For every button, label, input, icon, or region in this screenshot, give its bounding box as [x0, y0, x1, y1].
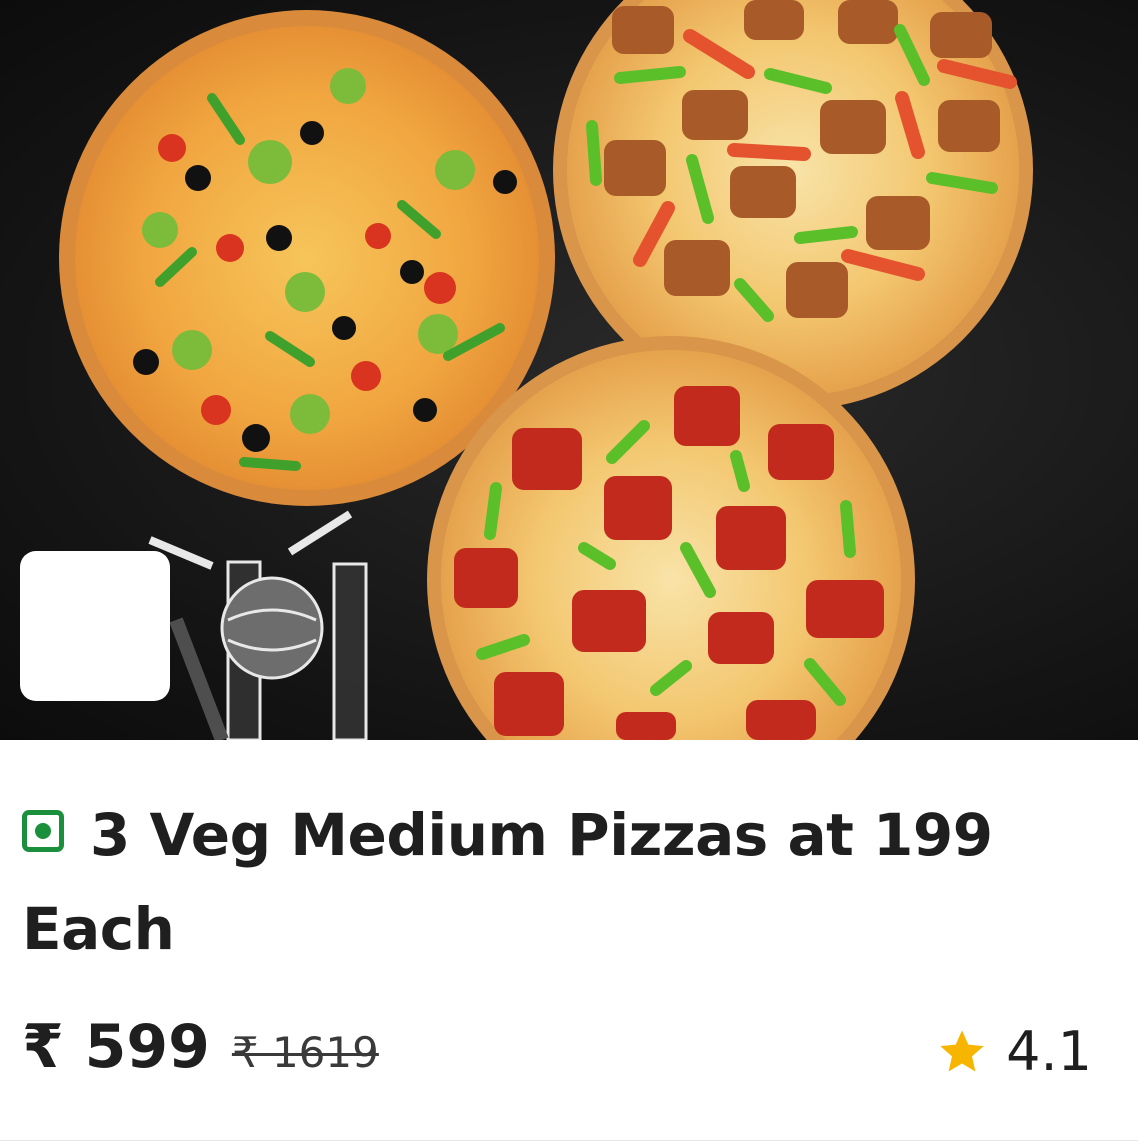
cricket-sketch — [148, 510, 368, 740]
image-overlay-badge[interactable] — [20, 551, 170, 701]
rating: 4.1 — [936, 1020, 1092, 1083]
star-icon — [940, 1029, 984, 1071]
pizza-illustration — [59, 0, 1033, 740]
product-card[interactable]: 3 Veg Medium Pizzas at 199 Each ₹ 599 ₹ … — [0, 0, 1138, 1141]
price-row: ₹ 599 ₹ 1619 — [22, 1012, 379, 1092]
original-price: ₹ 1619 — [231, 1028, 379, 1077]
product-title-row[interactable]: 3 Veg Medium Pizzas at 199 Each — [22, 788, 1042, 976]
rating-value: 4.1 — [1006, 1020, 1092, 1083]
discounted-price: ₹ 599 — [22, 1012, 210, 1082]
veg-icon — [22, 809, 64, 852]
product-title: 3 Veg Medium Pizzas at 199 Each — [22, 801, 993, 963]
product-image[interactable] — [0, 0, 1138, 740]
